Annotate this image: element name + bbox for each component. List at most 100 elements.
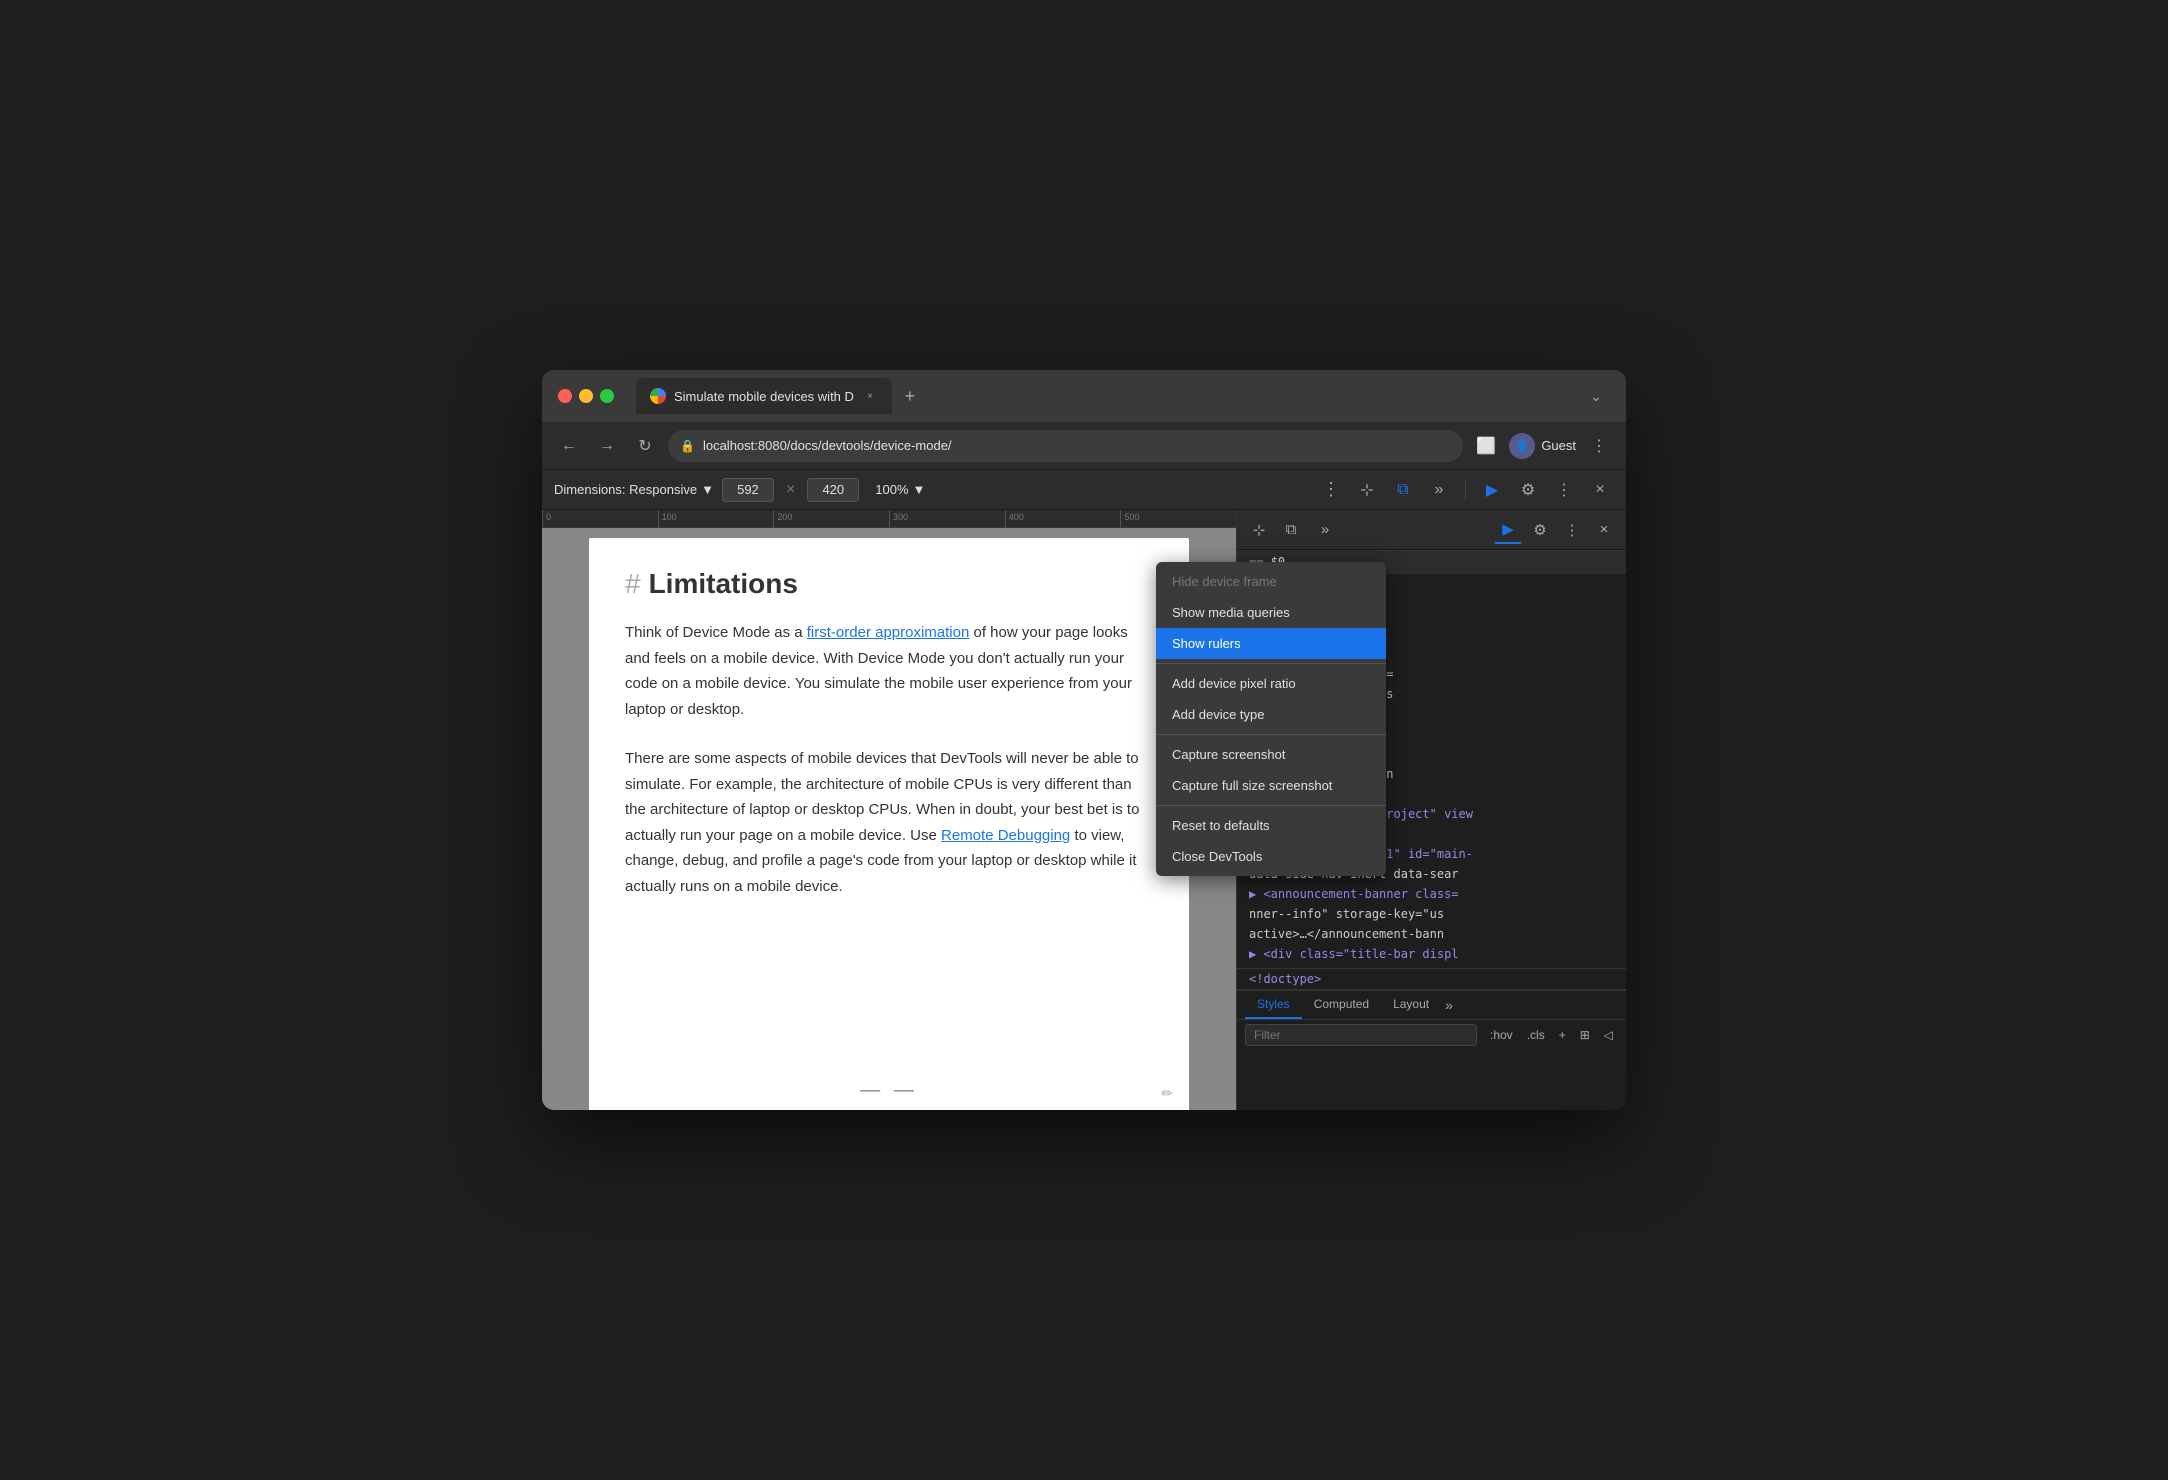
heading-hash: # <box>625 568 641 600</box>
ctx-reset-defaults[interactable]: Reset to defaults <box>1156 810 1386 841</box>
styles-filter-bar: :hov .cls + ⊞ ◁ <box>1237 1020 1626 1050</box>
window-dropdown-button[interactable]: ⌄ <box>1582 384 1610 409</box>
zoom-arrow: ▼ <box>913 482 926 497</box>
devtools-settings-button[interactable]: ⚙ <box>1526 516 1554 544</box>
devtools-toolbar: ⊹ ⧉ » ▶ ⚙ ⋮ × <box>1237 510 1626 550</box>
para1-link[interactable]: first-order approximation <box>807 624 970 641</box>
tab-title: Simulate mobile devices with D <box>674 389 854 404</box>
ctx-hide-device-frame[interactable]: Hide device frame <box>1156 566 1386 597</box>
close-devtools-button[interactable]: × <box>1586 476 1614 504</box>
device-toolbar-more-button[interactable]: ⋮ <box>1317 476 1345 504</box>
url-text: localhost:8080/docs/devtools/device-mode… <box>703 438 952 453</box>
scroll-indicator: ― ― <box>860 1079 918 1102</box>
ctx-capture-screenshot[interactable]: Capture screenshot <box>1156 739 1386 770</box>
console-panel-button[interactable]: ▶ <box>1478 476 1506 504</box>
devtools-elements-button[interactable]: ⧉ <box>1277 516 1305 544</box>
browser-window: Simulate mobile devices with D × + ⌄ ← →… <box>542 370 1626 1110</box>
filter-icon1-button[interactable]: ⊞ <box>1575 1025 1595 1045</box>
zoom-select[interactable]: 100% ▼ <box>875 482 925 497</box>
ruler-mark <box>889 510 1005 527</box>
back-button[interactable]: ← <box>554 431 584 461</box>
ctx-divider-2 <box>1156 734 1386 735</box>
forward-button[interactable]: → <box>592 431 622 461</box>
context-menu: Hide device frame Show media queries Sho… <box>1156 562 1386 876</box>
responsive-icon-button[interactable]: ⧉ <box>1389 476 1417 504</box>
ctx-show-rulers[interactable]: Show rulers <box>1156 628 1386 659</box>
dimensions-arrow: ▼ <box>701 482 714 497</box>
page-content: # Limitations Think of Device Mode as a … <box>625 568 1153 899</box>
ruler-mark <box>773 510 889 527</box>
styles-filter-input[interactable] <box>1245 1024 1477 1046</box>
ctx-capture-full-screenshot[interactable]: Capture full size screenshot <box>1156 770 1386 801</box>
filter-icon2-button[interactable]: ◁ <box>1599 1025 1618 1045</box>
minimize-window-button[interactable] <box>579 389 593 403</box>
devtools-console-button[interactable]: ▶ <box>1494 516 1522 544</box>
dom-line-item[interactable]: nner--info" storage-key="us <box>1237 904 1626 924</box>
device-toolbar: Dimensions: Responsive ▼ × 100% ▼ ⋮ ⊹ ⧉ … <box>542 470 1626 510</box>
profile-button[interactable]: 👤 Guest <box>1509 433 1576 459</box>
styles-panel: Styles Computed Layout » :hov .cls + ⊞ ◁ <box>1237 990 1626 1110</box>
edit-icon[interactable]: ✏ <box>1161 1085 1173 1102</box>
tab-styles[interactable]: Styles <box>1245 991 1302 1019</box>
ruler-mark <box>658 510 774 527</box>
dimension-separator: × <box>786 481 795 499</box>
page-frame-wrapper: # Limitations Think of Device Mode as a … <box>542 528 1236 1110</box>
devtools-more-button[interactable]: ⋮ <box>1558 516 1586 544</box>
para2-link[interactable]: Remote Debugging <box>941 827 1070 844</box>
nav-bar: ← → ↻ 🔒 localhost:8080/docs/devtools/dev… <box>542 422 1626 470</box>
devtools-close-button[interactable]: × <box>1590 516 1618 544</box>
chrome-menu-button[interactable]: ⋮ <box>1584 431 1614 461</box>
browser-tab[interactable]: Simulate mobile devices with D × <box>636 378 892 414</box>
chrome-icon <box>650 388 666 404</box>
filter-hov-button[interactable]: :hov <box>1485 1025 1518 1045</box>
tab-computed[interactable]: Computed <box>1302 991 1381 1019</box>
profile-label: Guest <box>1541 438 1576 453</box>
address-bar[interactable]: 🔒 localhost:8080/docs/devtools/device-mo… <box>668 430 1463 462</box>
close-window-button[interactable] <box>558 389 572 403</box>
zoom-label: 100% <box>875 482 908 497</box>
avatar: 👤 <box>1509 433 1535 459</box>
tab-layout[interactable]: Layout <box>1381 991 1441 1019</box>
ruler-mark <box>1120 510 1236 527</box>
filter-plus-button[interactable]: + <box>1554 1025 1571 1045</box>
refresh-button[interactable]: ↻ <box>630 431 660 461</box>
devtools-more-tabs-button[interactable]: » <box>1311 516 1339 544</box>
ctx-divider-1 <box>1156 663 1386 664</box>
heading-text: Limitations <box>649 568 798 600</box>
width-input[interactable] <box>722 478 774 502</box>
dimensions-label: Dimensions: Responsive <box>554 482 697 497</box>
toolbar-more-options-button[interactable]: ⋮ <box>1550 476 1578 504</box>
ruler-mark <box>1005 510 1121 527</box>
title-bar: Simulate mobile devices with D × + ⌄ <box>542 370 1626 422</box>
settings-button[interactable]: ⚙ <box>1514 476 1542 504</box>
more-tabs-button[interactable]: » <box>1425 476 1453 504</box>
new-tab-button[interactable]: + <box>896 382 924 410</box>
styles-filter-buttons: :hov .cls + ⊞ ◁ <box>1485 1025 1618 1045</box>
dom-line-item[interactable]: active>…</announcement-bann <box>1237 924 1626 944</box>
tab-bar: Simulate mobile devices with D × + <box>636 378 1572 414</box>
maximize-window-button[interactable] <box>600 389 614 403</box>
lock-icon: 🔒 <box>680 439 695 453</box>
page-paragraph-1: Think of Device Mode as a first-order ap… <box>625 620 1153 722</box>
dom-line-item[interactable]: ▶ <div class="title-bar displ <box>1237 944 1626 964</box>
page-heading: # Limitations <box>625 568 1153 600</box>
ctx-add-device-pixel-ratio[interactable]: Add device pixel ratio <box>1156 668 1386 699</box>
devtools-cursor-button[interactable]: ⊹ <box>1245 516 1273 544</box>
filter-cls-button[interactable]: .cls <box>1522 1025 1550 1045</box>
height-input[interactable] <box>807 478 859 502</box>
styles-more-tabs-button[interactable]: » <box>1445 997 1453 1013</box>
nav-right-controls: ⬜ 👤 Guest ⋮ <box>1471 431 1614 461</box>
ctx-add-device-type[interactable]: Add device type <box>1156 699 1386 730</box>
ctx-close-devtools[interactable]: Close DevTools <box>1156 841 1386 872</box>
close-tab-button[interactable]: × <box>862 388 878 404</box>
dom-line-item[interactable]: ▶ <announcement-banner class= <box>1237 884 1626 904</box>
page-paragraph-2: There are some aspects of mobile devices… <box>625 746 1153 899</box>
doctype-text: <!doctype> <box>1249 972 1321 986</box>
dimensions-select[interactable]: Dimensions: Responsive ▼ <box>554 482 714 497</box>
doctype-line[interactable]: <!doctype> <box>1237 968 1626 990</box>
para1-text: Think of Device Mode as a <box>625 624 807 641</box>
ctx-show-media-queries[interactable]: Show media queries <box>1156 597 1386 628</box>
devtools-toggle-button[interactable]: ⬜ <box>1471 431 1501 461</box>
browser-area: # Limitations Think of Device Mode as a … <box>542 510 1236 1110</box>
cursor-icon-button[interactable]: ⊹ <box>1353 476 1381 504</box>
